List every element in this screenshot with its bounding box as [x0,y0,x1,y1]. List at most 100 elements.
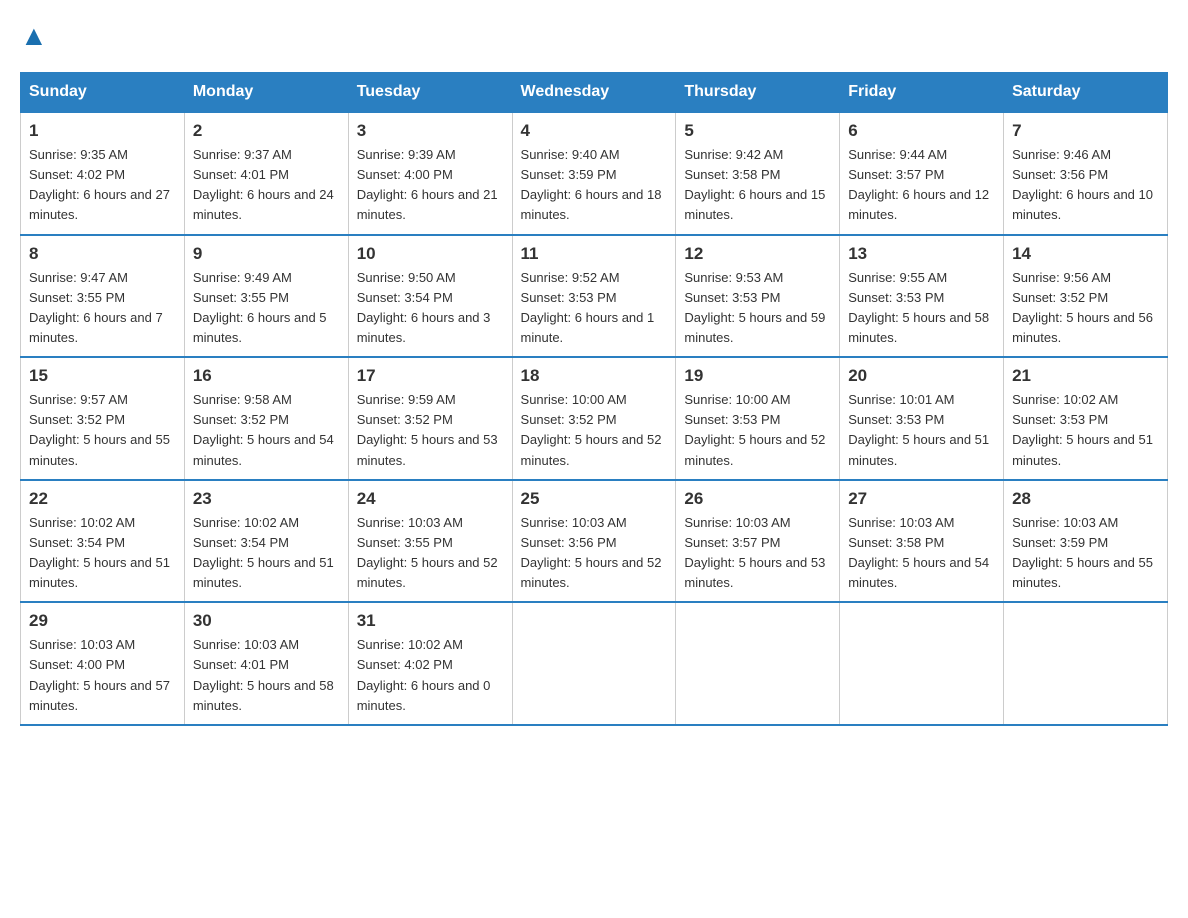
day-number: 16 [193,366,340,386]
day-cell: 29Sunrise: 10:03 AMSunset: 4:00 PMDaylig… [21,602,185,725]
day-number: 6 [848,121,995,141]
day-info: Sunrise: 10:02 AMSunset: 3:54 PMDaylight… [29,513,176,594]
day-info: Sunrise: 10:03 AMSunset: 3:55 PMDaylight… [357,513,504,594]
day-info: Sunrise: 9:42 AMSunset: 3:58 PMDaylight:… [684,145,831,226]
day-number: 20 [848,366,995,386]
day-info: Sunrise: 9:52 AMSunset: 3:53 PMDaylight:… [521,268,668,349]
day-cell: 26 Sunrise: 10:03 AMSunset: 3:57 PMDaylig… [676,480,840,603]
day-info: Sunrise: 10:02 AMSunset: 3:54 PMDaylight… [193,513,340,594]
day-info: Sunrise: 9:53 AMSunset: 3:53 PMDaylight:… [684,268,831,349]
day-number: 13 [848,244,995,264]
day-cell: 22 Sunrise: 10:02 AMSunset: 3:54 PMDaylig… [21,480,185,603]
day-number: 14 [1012,244,1159,264]
day-number: 21 [1012,366,1159,386]
day-cell: 15 Sunrise: 9:57 AMSunset: 3:52 PMDayligh… [21,357,185,480]
week-row-1: 1 Sunrise: 9:35 AMSunset: 4:02 PMDaylight… [21,112,1168,235]
day-number: 15 [29,366,176,386]
day-info: Sunrise: 9:35 AMSunset: 4:02 PMDaylight:… [29,145,176,226]
day-info: Sunrise: 9:55 AMSunset: 3:53 PMDaylight:… [848,268,995,349]
day-number: 10 [357,244,504,264]
day-cell [1004,602,1168,725]
day-cell: 12Sunrise: 9:53 AMSunset: 3:53 PMDayligh… [676,235,840,358]
day-cell: 11 Sunrise: 9:52 AMSunset: 3:53 PMDayligh… [512,235,676,358]
day-info: Sunrise: 10:03 AMSunset: 4:01 PMDaylight… [193,635,340,716]
day-cell: 10 Sunrise: 9:50 AMSunset: 3:54 PMDayligh… [348,235,512,358]
day-info: Sunrise: 10:02 AMSunset: 3:53 PMDaylight… [1012,390,1159,471]
header-tuesday: Tuesday [348,73,512,113]
day-info: Sunrise: 10:01 AMSunset: 3:53 PMDaylight… [848,390,995,471]
logo-blue-text: ▲ [20,20,48,52]
day-info: Sunrise: 10:03 AMSunset: 3:57 PMDaylight… [684,513,831,594]
day-number: 29 [29,611,176,631]
day-cell: 13 Sunrise: 9:55 AMSunset: 3:53 PMDayligh… [840,235,1004,358]
day-number: 5 [684,121,831,141]
week-row-3: 15 Sunrise: 9:57 AMSunset: 3:52 PMDayligh… [21,357,1168,480]
day-number: 27 [848,489,995,509]
day-number: 22 [29,489,176,509]
day-cell [840,602,1004,725]
day-number: 17 [357,366,504,386]
day-number: 1 [29,121,176,141]
day-cell: 23 Sunrise: 10:02 AMSunset: 3:54 PMDaylig… [184,480,348,603]
day-info: Sunrise: 10:03 AMSunset: 3:56 PMDaylight… [521,513,668,594]
day-number: 18 [521,366,668,386]
day-cell: 24 Sunrise: 10:03 AMSunset: 3:55 PMDaylig… [348,480,512,603]
day-info: Sunrise: 9:57 AMSunset: 3:52 PMDaylight:… [29,390,176,471]
week-row-2: 8Sunrise: 9:47 AMSunset: 3:55 PMDaylight… [21,235,1168,358]
day-number: 30 [193,611,340,631]
day-cell: 20 Sunrise: 10:01 AMSunset: 3:53 PMDaylig… [840,357,1004,480]
day-info: Sunrise: 9:37 AMSunset: 4:01 PMDaylight:… [193,145,340,226]
day-cell: 7 Sunrise: 9:46 AMSunset: 3:56 PMDaylight… [1004,112,1168,235]
day-cell: 27 Sunrise: 10:03 AMSunset: 3:58 PMDaylig… [840,480,1004,603]
header-saturday: Saturday [1004,73,1168,113]
day-info: Sunrise: 9:39 AMSunset: 4:00 PMDaylight:… [357,145,504,226]
day-number: 9 [193,244,340,264]
day-cell: 2 Sunrise: 9:37 AMSunset: 4:01 PMDaylight… [184,112,348,235]
day-cell: 28Sunrise: 10:03 AMSunset: 3:59 PMDaylig… [1004,480,1168,603]
day-cell: 8Sunrise: 9:47 AMSunset: 3:55 PMDaylight… [21,235,185,358]
day-info: Sunrise: 10:02 AMSunset: 4:02 PMDaylight… [357,635,504,716]
day-cell: 21 Sunrise: 10:02 AMSunset: 3:53 PMDaylig… [1004,357,1168,480]
day-number: 2 [193,121,340,141]
day-info: Sunrise: 9:59 AMSunset: 3:52 PMDaylight:… [357,390,504,471]
day-info: Sunrise: 10:00 AMSunset: 3:53 PMDaylight… [684,390,831,471]
calendar-table: SundayMondayTuesdayWednesdayThursdayFrid… [20,72,1168,726]
day-number: 24 [357,489,504,509]
day-number: 26 [684,489,831,509]
day-number: 8 [29,244,176,264]
calendar-header-row: SundayMondayTuesdayWednesdayThursdayFrid… [21,73,1168,113]
header-monday: Monday [184,73,348,113]
day-number: 4 [521,121,668,141]
day-info: Sunrise: 9:40 AMSunset: 3:59 PMDaylight:… [521,145,668,226]
day-cell: 30 Sunrise: 10:03 AMSunset: 4:01 PMDaylig… [184,602,348,725]
day-cell: 18Sunrise: 10:00 AMSunset: 3:52 PMDaylig… [512,357,676,480]
page-header: ▲ [20,20,1168,52]
day-cell: 4 Sunrise: 9:40 AMSunset: 3:59 PMDaylight… [512,112,676,235]
day-cell: 5 Sunrise: 9:42 AMSunset: 3:58 PMDaylight… [676,112,840,235]
day-number: 3 [357,121,504,141]
day-info: Sunrise: 9:56 AMSunset: 3:52 PMDaylight:… [1012,268,1159,349]
day-info: Sunrise: 10:03 AMSunset: 3:59 PMDaylight… [1012,513,1159,594]
day-cell: 16Sunrise: 9:58 AMSunset: 3:52 PMDayligh… [184,357,348,480]
day-info: Sunrise: 9:44 AMSunset: 3:57 PMDaylight:… [848,145,995,226]
day-info: Sunrise: 9:50 AMSunset: 3:54 PMDaylight:… [357,268,504,349]
header-sunday: Sunday [21,73,185,113]
day-cell: 31 Sunrise: 10:02 AMSunset: 4:02 PMDaylig… [348,602,512,725]
day-cell [512,602,676,725]
day-cell: 19 Sunrise: 10:00 AMSunset: 3:53 PMDaylig… [676,357,840,480]
day-number: 23 [193,489,340,509]
day-number: 31 [357,611,504,631]
day-cell [676,602,840,725]
day-number: 11 [521,244,668,264]
header-wednesday: Wednesday [512,73,676,113]
day-cell: 17 Sunrise: 9:59 AMSunset: 3:52 PMDayligh… [348,357,512,480]
day-cell: 6 Sunrise: 9:44 AMSunset: 3:57 PMDaylight… [840,112,1004,235]
day-info: Sunrise: 9:49 AMSunset: 3:55 PMDaylight:… [193,268,340,349]
week-row-4: 22 Sunrise: 10:02 AMSunset: 3:54 PMDaylig… [21,480,1168,603]
day-info: Sunrise: 9:46 AMSunset: 3:56 PMDaylight:… [1012,145,1159,226]
day-number: 7 [1012,121,1159,141]
day-number: 19 [684,366,831,386]
header-friday: Friday [840,73,1004,113]
header-thursday: Thursday [676,73,840,113]
day-info: Sunrise: 10:03 AMSunset: 3:58 PMDaylight… [848,513,995,594]
